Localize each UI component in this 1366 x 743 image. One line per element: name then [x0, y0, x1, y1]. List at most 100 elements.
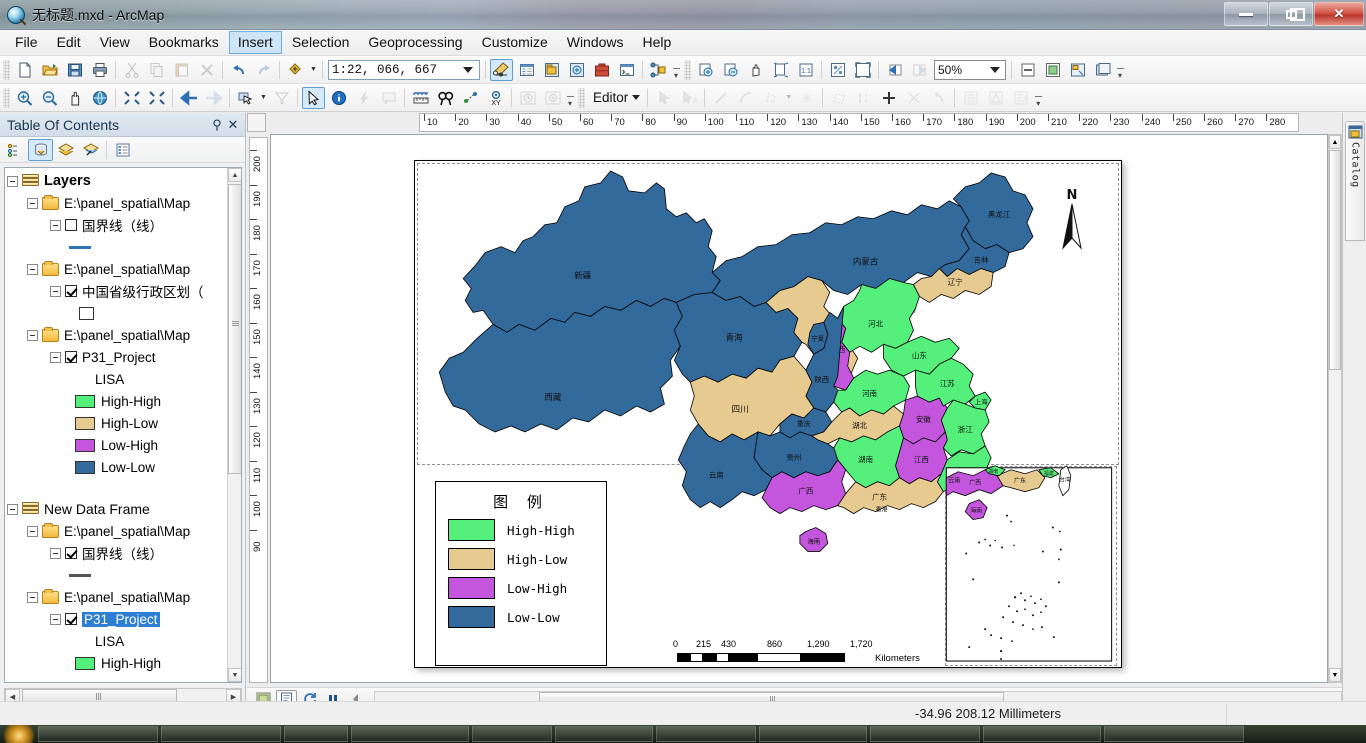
toc-row-folder[interactable]: E:\panel_spatial\Map — [5, 520, 227, 542]
expander-icon[interactable] — [27, 591, 38, 603]
menu-windows[interactable]: Windows — [558, 31, 633, 54]
expander-icon[interactable] — [50, 351, 61, 363]
pin-icon[interactable]: ⚲ — [209, 117, 225, 133]
toc-row-folder[interactable]: E:\panel_spatial\Map — [5, 586, 227, 608]
layer-visibility-checkbox[interactable] — [65, 219, 77, 231]
zoom-whole-page-icon[interactable] — [769, 59, 792, 81]
fixed-zoom-in-icon[interactable] — [120, 87, 143, 109]
taskbar-item[interactable] — [656, 726, 756, 742]
chevron-down-icon[interactable] — [463, 66, 473, 73]
expander-icon[interactable] — [7, 175, 18, 187]
scrollbar-thumb[interactable] — [228, 184, 241, 474]
toc-row-class-low-low[interactable]: Low-Low — [5, 456, 227, 478]
print-icon[interactable] — [88, 59, 111, 81]
menu-geoprocessing[interactable]: Geoprocessing — [359, 31, 471, 54]
taskbar-item[interactable] — [38, 726, 158, 742]
expander-icon[interactable] — [50, 285, 61, 297]
layer-visibility-checkbox[interactable] — [65, 547, 77, 559]
menu-bookmarks[interactable]: Bookmarks — [140, 31, 228, 54]
toc-vertical-scrollbar[interactable]: ▲ ▼ — [227, 168, 241, 682]
arctoolbox-icon[interactable] — [590, 59, 613, 81]
taskbar-item[interactable] — [351, 726, 469, 742]
zoom-in-page-icon[interactable] — [694, 59, 717, 81]
north-arrow[interactable]: N — [1058, 189, 1086, 255]
horizontal-ruler[interactable]: 10 20 30 40 50 60 70 80 90 100 110 120 130 140 150 160 1… — [419, 113, 1299, 132]
select-dropdown-arrow-icon[interactable]: ▼ — [258, 87, 269, 109]
taskbar-item[interactable] — [983, 726, 1101, 742]
editor-menu-button[interactable]: Editor — [587, 87, 644, 109]
model-builder-icon[interactable] — [647, 59, 670, 81]
scroll-down-arrow-icon[interactable]: ▼ — [228, 668, 241, 682]
new-map-icon[interactable] — [13, 59, 36, 81]
toc-row-layer-provinces[interactable]: 中国省级行政区划（ — [5, 280, 227, 302]
expander-icon[interactable] — [7, 503, 18, 515]
undo-icon[interactable] — [227, 59, 250, 81]
toolbar-overflow-button[interactable]: ▾ — [671, 59, 681, 81]
toc-row-layer-p31[interactable]: P31_Project — [5, 346, 227, 368]
toc-row-class-low-high[interactable]: Low-High — [5, 434, 227, 456]
open-icon[interactable] — [38, 59, 61, 81]
map-scale-bar[interactable]: 0 215 430 860 1,290 1,720 Kilometers — [673, 639, 930, 664]
focus-data-frame-icon[interactable] — [1041, 59, 1064, 81]
select-features-icon[interactable] — [234, 87, 257, 109]
expander-icon[interactable] — [27, 525, 38, 537]
toc-row-new-data-frame[interactable]: New Data Frame — [5, 498, 227, 520]
chevron-down-icon[interactable] — [632, 95, 641, 100]
list-by-selection-icon[interactable] — [78, 139, 103, 161]
toolbar-grip[interactable] — [3, 87, 10, 108]
search-window-icon[interactable] — [565, 59, 588, 81]
menu-selection[interactable]: Selection — [283, 31, 359, 54]
toc-row-layer-boundary[interactable]: 国界线（线） — [5, 214, 227, 236]
editor-toolbar-icon[interactable] — [490, 58, 513, 81]
layout-vertical-scrollbar[interactable]: ▲ ▼ — [1328, 134, 1342, 683]
expander-icon[interactable] — [27, 329, 38, 341]
pan-icon[interactable] — [63, 87, 86, 109]
menu-help[interactable]: Help — [634, 31, 681, 54]
taskbar-item[interactable] — [284, 726, 348, 742]
python-window-icon[interactable] — [615, 59, 638, 81]
find-icon[interactable] — [434, 87, 457, 109]
save-icon[interactable] — [63, 59, 86, 81]
toolbar-grip[interactable] — [684, 59, 691, 80]
menu-customize[interactable]: Customize — [473, 31, 557, 54]
menu-file[interactable]: File — [6, 31, 47, 54]
minimize-button[interactable] — [1224, 2, 1268, 26]
catalog-tab[interactable]: Catalog — [1345, 121, 1365, 241]
options-icon[interactable] — [110, 139, 135, 161]
toc-row-layers[interactable]: Layers — [5, 170, 227, 192]
identify-icon[interactable] — [327, 87, 350, 109]
toolbar-overflow-button[interactable]: ▾ — [1115, 59, 1125, 81]
fixed-zoom-out-icon[interactable] — [145, 87, 168, 109]
go-back-extent-icon[interactable] — [883, 59, 906, 81]
split-icon[interactable] — [877, 87, 900, 109]
menu-edit[interactable]: Edit — [48, 31, 90, 54]
close-icon[interactable]: ✕ — [225, 117, 241, 133]
toc-row-class-high-high[interactable]: High-High — [5, 652, 227, 674]
go-to-xy-icon[interactable]: XY — [484, 87, 507, 109]
catalog-window-icon[interactable] — [540, 59, 563, 81]
map-legend[interactable]: 图 例 High-High High-Low Low-High Low-Low — [435, 481, 607, 666]
zoom-out-page-icon[interactable] — [719, 59, 742, 81]
scroll-up-arrow-icon[interactable]: ▲ — [1329, 135, 1341, 149]
toc-row-class-high-low[interactable]: High-Low — [5, 412, 227, 434]
taskbar-item[interactable] — [759, 726, 867, 742]
layout-page[interactable]: 新疆 西藏 青海 甘肃 内蒙古 黑龙江 — [414, 160, 1122, 668]
taskbar-item[interactable] — [555, 726, 653, 742]
full-extent-icon[interactable] — [88, 87, 111, 109]
zoom-out-icon[interactable] — [38, 87, 61, 109]
toc-row-layer-p31-selected[interactable]: P31_Project — [5, 608, 227, 630]
vertical-ruler[interactable]: 200 190 180 170 160 150 140 130 120 110 100 90 — [249, 137, 268, 683]
data-driven-pages-icon[interactable] — [1091, 59, 1114, 81]
scrollbar-thumb[interactable] — [1329, 150, 1341, 370]
map-scale-combobox[interactable]: 1:22, 066, 667 — [328, 59, 480, 80]
expander-icon[interactable] — [50, 613, 61, 625]
menu-view[interactable]: View — [91, 31, 139, 54]
layout-canvas[interactable]: 新疆 西藏 青海 甘肃 内蒙古 黑龙江 — [270, 134, 1328, 683]
menu-insert[interactable]: Insert — [228, 31, 282, 54]
start-orb-icon[interactable] — [0, 725, 38, 743]
layer-visibility-checkbox[interactable] — [65, 285, 77, 297]
zoom-in-icon[interactable] — [13, 87, 36, 109]
toolbar-grip[interactable] — [3, 59, 10, 80]
layer-visibility-checkbox[interactable] — [65, 613, 77, 625]
pan-page-icon[interactable] — [744, 59, 767, 81]
